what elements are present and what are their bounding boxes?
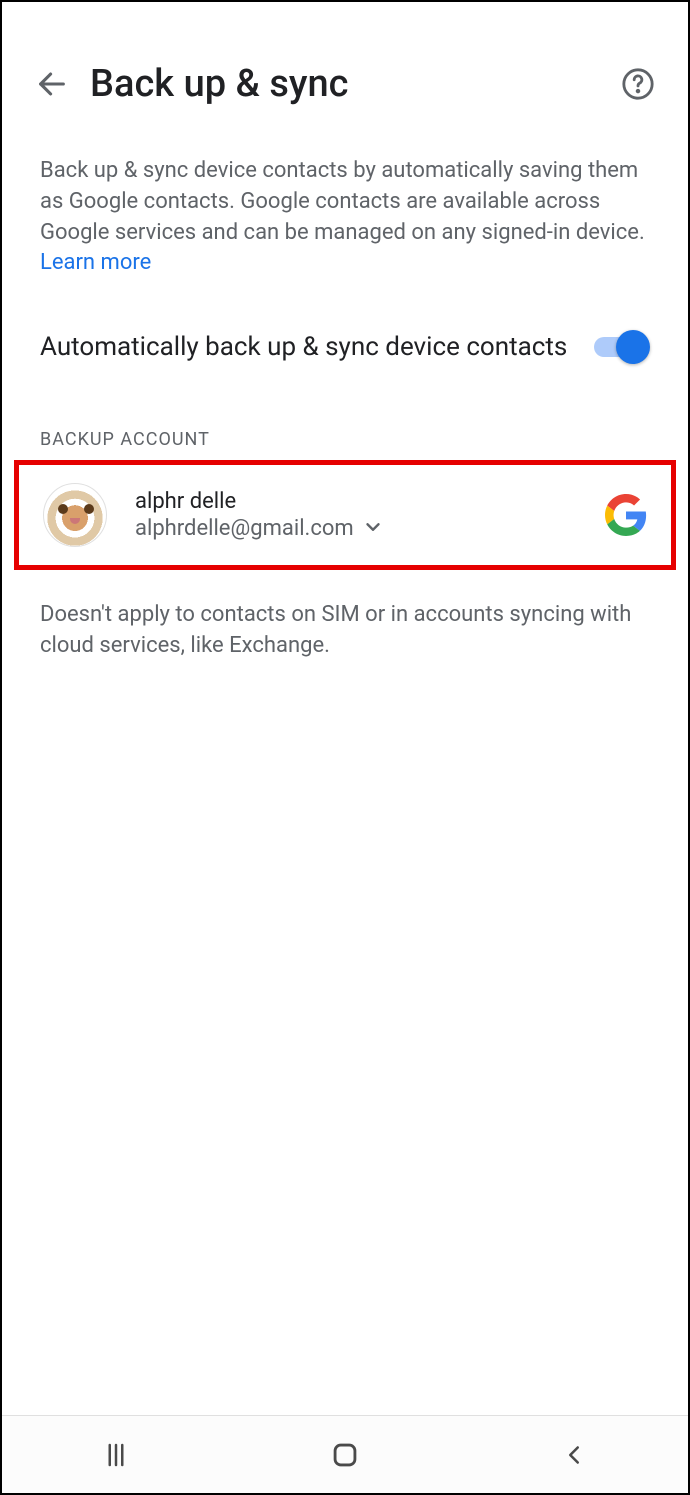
recents-button[interactable] (86, 1435, 146, 1475)
backup-account-row[interactable]: alphr delle alphrdelle@gmail.com (43, 483, 647, 547)
footnote-text: Doesn't apply to contacts on SIM or in a… (2, 570, 688, 692)
account-email: alphrdelle@gmail.com (135, 516, 354, 541)
help-icon[interactable] (618, 64, 658, 104)
account-name: alphr delle (135, 489, 605, 514)
page-title: Back up & sync (90, 62, 618, 106)
backup-account-highlight: alphr delle alphrdelle@gmail.com (14, 460, 676, 570)
description-text: Back up & sync device contacts by automa… (2, 126, 688, 279)
back-button[interactable] (544, 1435, 604, 1475)
back-arrow-icon[interactable] (32, 64, 72, 104)
account-avatar (43, 483, 107, 547)
system-navigation-bar (2, 1415, 688, 1493)
google-logo-icon (605, 494, 647, 536)
learn-more-link[interactable]: Learn more (40, 250, 151, 275)
app-header: Back up & sync (2, 42, 688, 126)
account-text-block: alphr delle alphrdelle@gmail.com (135, 489, 605, 542)
chevron-down-icon[interactable] (362, 516, 384, 542)
auto-backup-toggle-label: Automatically back up & sync device cont… (40, 332, 590, 362)
auto-backup-toggle-switch[interactable] (590, 329, 650, 365)
description-body: Back up & sync device contacts by automa… (40, 158, 645, 245)
backup-account-section-label: BACKUP ACCOUNT (2, 385, 688, 460)
auto-backup-toggle-row: Automatically back up & sync device cont… (2, 279, 688, 385)
home-button[interactable] (315, 1435, 375, 1475)
